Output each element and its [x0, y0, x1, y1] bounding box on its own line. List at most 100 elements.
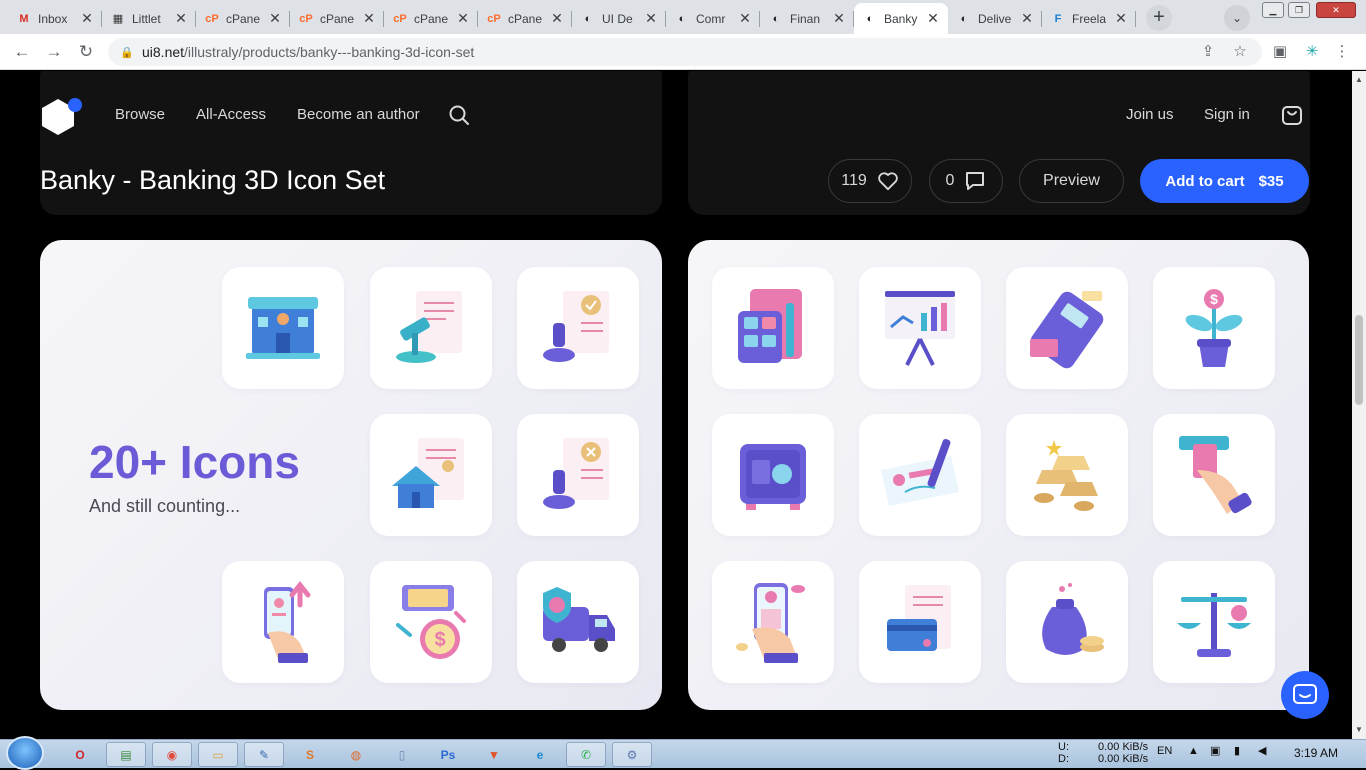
browser-tab[interactable]: ◐ Finan ✕ [760, 3, 854, 34]
browser-tab[interactable]: ◐ Comr ✕ [666, 3, 760, 34]
support-chat-button[interactable] [1281, 671, 1329, 719]
browser-tab-label: Finan [790, 11, 821, 26]
window-close-button[interactable]: ✕ [1316, 2, 1356, 18]
tab-close-icon[interactable]: ✕ [1114, 10, 1128, 27]
scroll-down-arrow-icon[interactable]: ▼ [1355, 725, 1363, 734]
extension-icon[interactable]: ✳ [1300, 40, 1324, 64]
url-host: ui8.net [142, 44, 185, 60]
preview-button[interactable]: Preview [1019, 159, 1124, 203]
heart-icon [877, 172, 898, 191]
tab-close-icon[interactable]: ✕ [738, 10, 752, 27]
volume-icon[interactable]: ◀ [1258, 744, 1266, 757]
ui8-icon: ◐ [960, 12, 968, 25]
nav-become-author[interactable]: Become an author [297, 106, 420, 123]
chrome-icon[interactable]: ◉ [152, 742, 192, 767]
cpanel-icon: cP [393, 12, 407, 25]
scroll-up-arrow-icon[interactable]: ▲ [1355, 75, 1363, 84]
browser-tab[interactable]: ◐ UI De ✕ [572, 3, 666, 34]
opera-icon[interactable]: O [60, 742, 100, 767]
browser-tab[interactable]: M Inbox ✕ [8, 3, 102, 34]
scroll-thumb[interactable] [1355, 315, 1363, 405]
folder-icon[interactable]: ▭ [198, 742, 238, 767]
tab-search-button[interactable]: ⌄ [1224, 5, 1250, 31]
browser-tab[interactable]: cP cPane ✕ [196, 3, 290, 34]
back-button[interactable]: ← [10, 40, 34, 64]
ui8-logo-icon[interactable] [40, 97, 84, 135]
ui8-icon: ◐ [866, 12, 874, 25]
explorer-icon[interactable]: ▤ [106, 742, 146, 767]
browser-tab[interactable]: ◐ Delive ✕ [948, 3, 1042, 34]
like-count: 119 [841, 172, 867, 189]
forward-button[interactable]: → [42, 40, 66, 64]
minimize-button[interactable]: ▁ [1262, 2, 1284, 18]
tab-close-icon[interactable]: ✕ [1020, 10, 1034, 27]
presentation-board-icon [859, 267, 981, 389]
reload-button[interactable]: ↻ [74, 40, 98, 64]
maximize-button[interactable]: ❐ [1288, 2, 1310, 18]
page-scrollbar[interactable]: ▲ ▼ [1352, 71, 1366, 739]
browser-tab[interactable]: F Freela ✕ [1042, 3, 1136, 34]
delivery-truck-icon [517, 561, 639, 683]
browser-tab-strip: + ⌄ ▁ ❐ ✕ M Inbox ✕ ▦ Littlet ✕ cP cPane ✕ cP cPan… [0, 0, 1366, 34]
side-panel-icon[interactable]: ▣ [1268, 40, 1292, 64]
whatsapp-icon[interactable]: ✆ [566, 742, 606, 767]
nav-all-access[interactable]: All-Access [196, 106, 266, 123]
preview-label: Preview [1043, 172, 1100, 189]
bookmark-star-icon[interactable]: ☆ [1228, 40, 1252, 64]
net-up-speed: 0.00 KiB/s [1098, 741, 1149, 753]
share-icon[interactable]: ⇪ [1196, 40, 1220, 64]
network-icon[interactable]: ⚙ [612, 742, 652, 767]
house-mortgage-icon [370, 414, 492, 536]
product-title: Banky - Banking 3D Icon Set [40, 165, 386, 195]
add-to-cart-button[interactable]: Add to cart $35 [1140, 159, 1309, 203]
ui8-icon: ◐ [678, 12, 686, 25]
clock[interactable]: 3:19 AM [1294, 746, 1338, 760]
sign-in-link[interactable]: Sign in [1204, 106, 1250, 123]
tab-close-icon[interactable]: ✕ [456, 10, 470, 27]
start-button[interactable] [6, 736, 44, 770]
tab-close-icon[interactable]: ✕ [550, 10, 564, 27]
address-bar[interactable]: 🔒 ui8.net/illustraly/products/banky---ba… [108, 38, 1262, 66]
tray-expand-icon[interactable]: ▲ [1188, 745, 1199, 757]
tab-close-icon[interactable]: ✕ [174, 10, 188, 27]
money-plant-icon: $ [1153, 267, 1275, 389]
shopping-bag-icon[interactable] [1281, 104, 1303, 126]
signal-icon[interactable]: ▮ [1234, 744, 1240, 757]
tab-close-icon[interactable]: ✕ [362, 10, 376, 27]
brave-icon[interactable]: ▼ [474, 742, 514, 767]
currency-exchange-icon: $ [370, 561, 492, 683]
new-tab-button[interactable]: + [1146, 5, 1172, 31]
comments-button[interactable]: 0 [929, 159, 1003, 203]
tab-close-icon[interactable]: ✕ [268, 10, 282, 27]
preview-panel-right[interactable]: $ [688, 240, 1309, 710]
browser-tab[interactable]: cP cPane ✕ [384, 3, 478, 34]
browser-tab[interactable]: cP cPane ✕ [478, 3, 572, 34]
page-content: Browse All-Access Become an author Join … [0, 71, 1352, 739]
browser-tab[interactable]: ▦ Littlet ✕ [102, 3, 196, 34]
notepad-icon[interactable]: ✎ [244, 742, 284, 767]
svg-text:$: $ [434, 629, 445, 651]
site-header: Browse All-Access Become an author Join … [0, 71, 1352, 221]
firefox-icon[interactable]: ◍ [336, 742, 376, 767]
language-indicator[interactable]: EN [1157, 745, 1172, 757]
browser-menu-icon[interactable]: ⋮ [1330, 40, 1354, 64]
photoshop-icon[interactable]: Ps [428, 742, 468, 767]
nav-browse[interactable]: Browse [115, 106, 165, 123]
edge-icon[interactable]: e [520, 742, 560, 767]
tab-close-icon[interactable]: ✕ [644, 10, 658, 27]
device-icon[interactable]: ▣ [1210, 744, 1220, 757]
tab-close-icon[interactable]: ✕ [80, 10, 94, 27]
icons-count-subline: And still counting... [89, 496, 241, 516]
preview-panel-left[interactable]: 20+ Icons And still counting... $ [40, 240, 662, 710]
browser-tab[interactable]: cP cPane ✕ [290, 3, 384, 34]
tab-close-icon[interactable]: ✕ [832, 10, 846, 27]
like-button[interactable]: 119 [828, 159, 912, 203]
chat-icon [1293, 684, 1317, 704]
browser-tab-label: Inbox [38, 11, 68, 26]
browser-tab[interactable]: ◐ Banky ✕ [854, 3, 948, 34]
sublime-icon[interactable]: S [290, 742, 330, 767]
tab-close-icon[interactable]: ✕ [926, 10, 940, 27]
search-icon[interactable] [448, 104, 470, 126]
notes-icon[interactable]: ▯ [382, 742, 422, 767]
join-us-link[interactable]: Join us [1126, 106, 1174, 123]
